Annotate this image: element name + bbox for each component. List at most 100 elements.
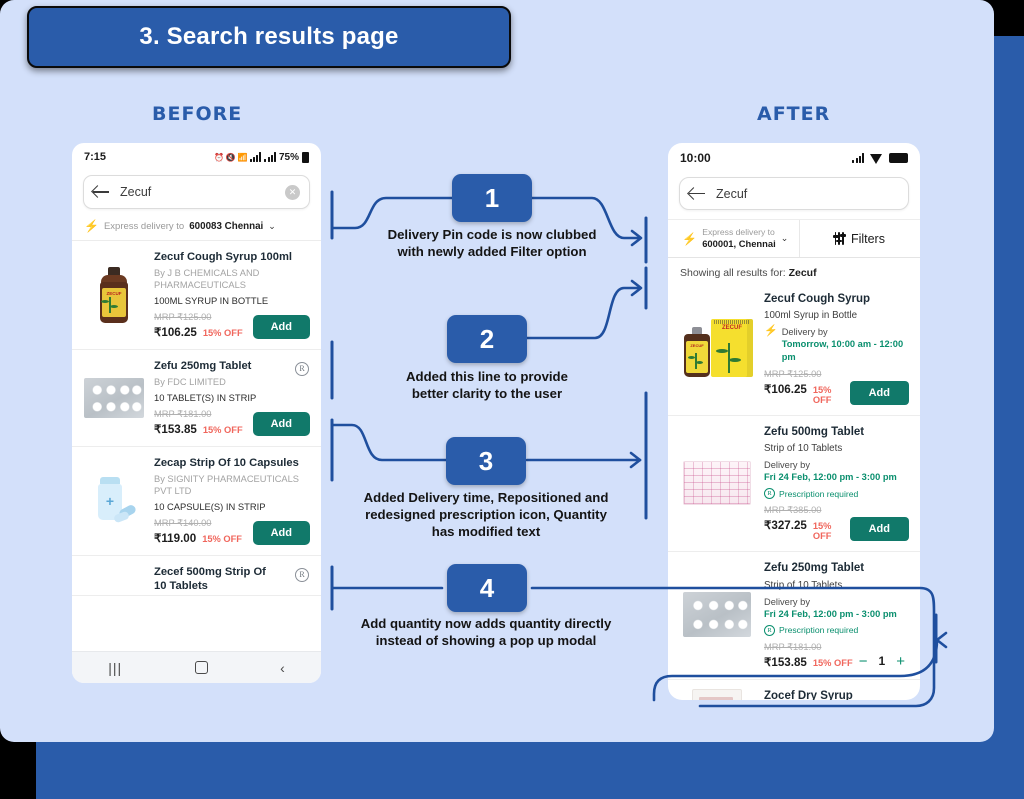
search-input[interactable]: Zecuf (120, 185, 285, 199)
recents-icon[interactable]: ||| (108, 660, 122, 676)
product-manufacturer: By FDC LIMITED (154, 377, 226, 388)
battery-icon (302, 151, 309, 163)
express-delivery-pincode: 600083 Chennai (189, 220, 264, 232)
back-icon[interactable]: ‹ (280, 660, 285, 676)
prescription-required-text: Prescription required (779, 625, 859, 636)
after-product-row[interactable]: Zefu 500mg Tablet Strip of 10 Tablets De… (668, 416, 920, 553)
column-heading-after: AFTER (757, 103, 831, 125)
back-arrow-icon[interactable] (93, 185, 110, 199)
filters-label: Filters (850, 231, 885, 246)
syrup-bottle-and-box-image: ZECUF (681, 317, 753, 379)
decrease-quantity-button[interactable]: − (859, 654, 868, 669)
product-mrp: MRP ₹140.00 (154, 518, 212, 529)
product-price: ₹106.25 (764, 382, 807, 396)
chevron-down-icon[interactable]: ⌄ (268, 221, 276, 232)
annotation-number-4: 4 (447, 564, 527, 612)
tablet-strip-image (683, 592, 751, 638)
before-product-row[interactable]: R Zecef 500mg Strip Of 10 Tablets (72, 556, 321, 597)
prescription-icon: R (764, 488, 775, 500)
product-price: ₹153.85 (764, 655, 807, 669)
product-discount: 15% OFF (202, 328, 243, 339)
delivery-pincode-cell[interactable]: ⚡ Express delivery to 600001, Chennai ⌄ (668, 220, 800, 257)
prescription-required-badge: R Prescription required (764, 488, 909, 500)
product-mrp: MRP ₹125.00 (154, 312, 212, 323)
android-nav-bar: ||| ‹ (72, 651, 321, 683)
after-product-row[interactable]: Zocef Dry Syrup (668, 680, 920, 700)
back-arrow-icon[interactable] (689, 187, 706, 201)
product-mrp: MRP ₹181.00 (154, 409, 212, 420)
after-search-bar[interactable]: Zecuf (679, 177, 909, 210)
add-to-cart-button[interactable]: Add (849, 517, 909, 542)
product-discount: 15% OFF (812, 521, 832, 542)
column-heading-before: BEFORE (152, 103, 243, 125)
showing-prefix: Showing all results for: (680, 267, 789, 279)
chevron-down-icon[interactable]: ⌄ (781, 233, 789, 244)
add-to-cart-button[interactable]: Add (252, 315, 310, 340)
after-status-bar: 10:00 (668, 143, 920, 173)
signal-bars-icon (852, 153, 864, 163)
product-thumbnail (83, 250, 145, 339)
prescription-required-badge: R Prescription required (764, 624, 909, 636)
product-discount: 15% OFF (202, 425, 243, 436)
quantity-stepper[interactable]: − 1 + (859, 654, 909, 669)
bolt-icon: ⚡ (764, 325, 778, 338)
add-to-cart-button[interactable]: Add (849, 380, 909, 405)
filters-button[interactable]: Filters (800, 220, 920, 257)
signal-bars-icon (249, 152, 262, 162)
annotation-number-2: 2 (447, 315, 527, 363)
annotation-text-1: Delivery Pin code is now clubbed with new… (387, 227, 597, 260)
delivery-label: Delivery by (781, 327, 828, 338)
product-mrp: MRP ₹181.00 (764, 641, 822, 652)
product-name: Zecef 500mg Strip Of 10 Tablets (154, 566, 266, 593)
product-name: Zecap Strip Of 10 Capsules (154, 457, 299, 470)
quantity-value: 1 (878, 654, 886, 669)
before-phone-mockup: 7:15 ⏰ 🔇 📶 75% Zecuf ✕ ⚡ Express deliver… (72, 143, 321, 683)
showing-query: Zecuf (788, 267, 817, 279)
after-product-row[interactable]: ZECUF Zecuf Cough Syrup 100ml Syrup in B… (668, 283, 920, 416)
before-product-row[interactable]: Zecap Strip Of 10 Capsules By SIGNITY PH… (72, 447, 321, 557)
prescription-icon: R (764, 624, 775, 636)
add-to-cart-button[interactable]: Add (252, 412, 310, 437)
tablet-strip-image (84, 377, 144, 418)
after-product-row[interactable]: Zefu 250mg Tablet Strip of 10 Tablets De… (668, 552, 920, 680)
product-thumbnail (83, 359, 145, 436)
before-search-wrap: Zecuf ✕ (72, 171, 321, 218)
product-pack: 10 TABLET(S) IN STRIP (154, 392, 257, 404)
delivery-filters-bar: ⚡ Express delivery to 600001, Chennai ⌄ … (668, 219, 920, 258)
express-delivery-label: Express delivery to (702, 227, 775, 238)
product-name: Zefu 250mg Tablet (764, 562, 865, 575)
express-delivery-label: Express delivery to (103, 220, 185, 232)
delivery-time: Tomorrow, 10:00 am - 12:00 pm (781, 339, 904, 362)
express-delivery-row[interactable]: ⚡ Express delivery to 600083 Chennai ⌄ (72, 218, 321, 241)
increase-quantity-button[interactable]: + (896, 654, 905, 669)
product-price: ₹119.00 (154, 532, 197, 546)
clear-search-icon[interactable]: ✕ (285, 184, 300, 200)
signal-bars-2-icon (264, 152, 276, 162)
product-thumbnail: ZECUF (679, 292, 755, 405)
product-pack: 100ML SYRUP IN BOTTLE (154, 295, 269, 307)
syrup-bottle-image (97, 266, 131, 323)
product-name: Zefu 500mg Tablet (764, 425, 865, 438)
add-to-cart-button[interactable]: Add (252, 521, 310, 546)
product-name: Zefu 250mg Tablet (154, 360, 252, 373)
capsule-bottle-image (91, 476, 138, 525)
before-product-row[interactable]: Zecuf Cough Syrup 100ml By J B CHEMICALS… (72, 241, 321, 351)
delivery-label: Delivery by (764, 596, 810, 607)
before-search-bar[interactable]: Zecuf ✕ (83, 175, 310, 209)
before-product-row[interactable]: R Zefu 250mg Tablet By FDC LIMITED 10 TA… (72, 350, 321, 448)
product-thumbnail (83, 565, 145, 593)
before-status-bar: 7:15 ⏰ 🔇 📶 75% (72, 143, 321, 171)
product-thumbnail (679, 688, 755, 700)
product-pack: 100ml Syrup in Bottle (764, 310, 858, 322)
search-input[interactable]: Zecuf (716, 187, 899, 201)
dry-syrup-box-image (692, 688, 742, 700)
after-search-wrap: Zecuf (668, 173, 920, 219)
delivery-label: Delivery by (764, 459, 810, 470)
annotation-number-3: 3 (446, 437, 526, 485)
express-delivery-pincode: 600001, Chennai (702, 237, 776, 249)
annotation-text-4: Add quantity now adds quantity directly i… (360, 616, 612, 649)
home-icon[interactable] (194, 661, 208, 674)
filters-icon (832, 232, 846, 245)
product-thumbnail (679, 561, 755, 669)
status-clock: 7:15 (84, 151, 107, 163)
